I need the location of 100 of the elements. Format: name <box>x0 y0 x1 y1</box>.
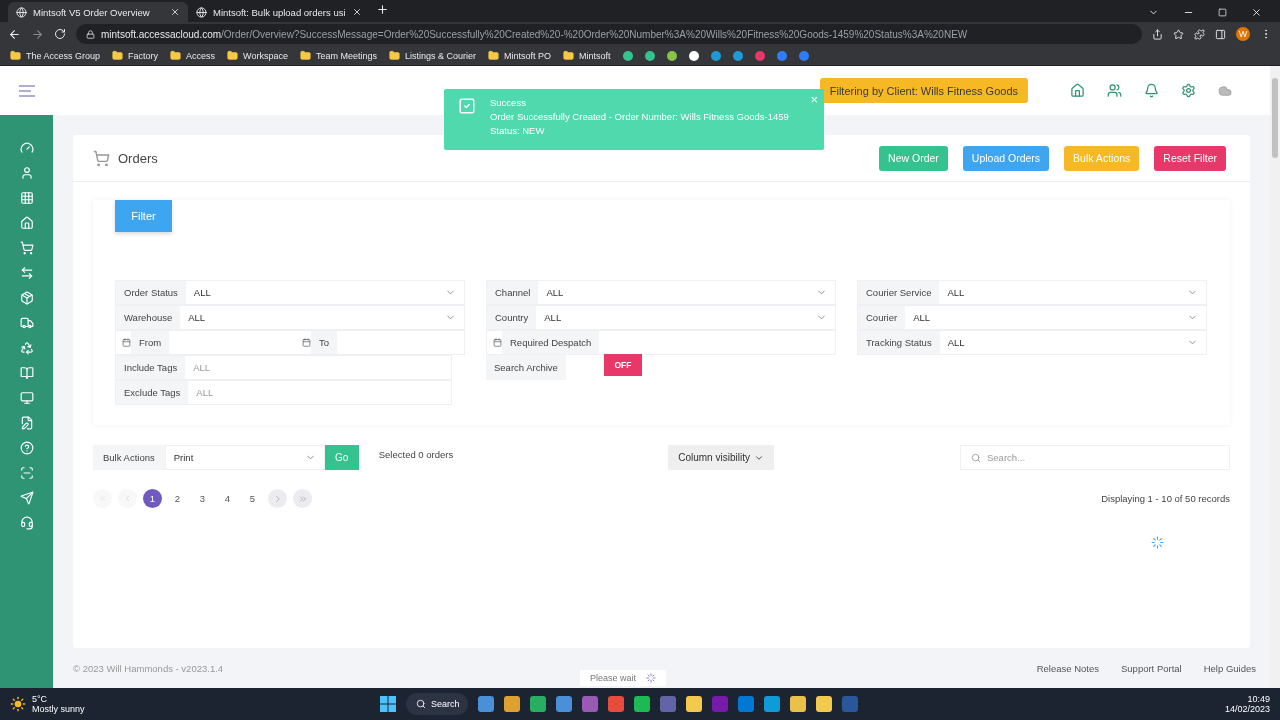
bell-icon[interactable] <box>1144 83 1159 98</box>
clock-time: 10:49 <box>1247 694 1270 704</box>
app-icon[interactable] <box>764 696 780 712</box>
cart-icon <box>93 149 110 167</box>
recycle-icon[interactable] <box>19 341 34 355</box>
page-button[interactable]: 3 <box>193 489 212 508</box>
forward-icon[interactable] <box>31 27 44 41</box>
cloud-icon[interactable] <box>1218 83 1232 98</box>
app-icon[interactable] <box>504 696 520 712</box>
bookmark-icon[interactable] <box>622 50 633 61</box>
users-icon[interactable] <box>1107 83 1122 98</box>
truck-icon[interactable] <box>19 316 34 330</box>
search-icon <box>971 452 981 463</box>
headset-icon[interactable] <box>19 516 34 530</box>
address-bar[interactable]: mintsoft.accessacloud.com/Order/Overview?SuccessMessage=Order%20Successfully%20Created%20-%20Order%20Number%3A%20Wills%20Fitness%20Goods-1459%20Status%3A%20NEW <box>76 24 1142 44</box>
app-icon[interactable] <box>816 696 832 712</box>
settings-icon[interactable] <box>1181 83 1196 98</box>
toast-message: Status: NEW <box>490 125 546 136</box>
monitor-icon[interactable] <box>19 391 34 405</box>
browser-tab[interactable]: Mintsoft: Bulk upload orders usi <box>188 2 368 22</box>
taskbar-search[interactable]: Search <box>406 693 468 715</box>
book-icon[interactable] <box>19 366 34 380</box>
loading-spinner-icon <box>1151 536 1164 549</box>
folder-icon <box>170 50 182 61</box>
toast-title: Success <box>490 97 527 108</box>
bookmark-link[interactable]: Mintsoft <box>579 50 611 61</box>
cart-icon[interactable] <box>19 241 34 255</box>
edit-icon[interactable] <box>19 416 34 430</box>
arrows-icon[interactable] <box>19 266 34 280</box>
bookmark-link[interactable]: Workspace <box>243 50 288 61</box>
bulk-actions-label: Bulk Actions <box>93 445 165 470</box>
folder-icon <box>10 50 21 61</box>
folder-icon <box>299 50 311 61</box>
footer-link[interactable]: Release Notes <box>1036 662 1099 674</box>
sun-icon <box>10 696 26 712</box>
app-icon[interactable] <box>634 696 650 712</box>
loading-popup: Please wait <box>580 670 667 686</box>
bookmark-icon[interactable] <box>688 50 699 61</box>
scan-icon[interactable] <box>19 466 34 480</box>
records-count: Displaying 1 - 10 of 50 records <box>1101 493 1230 504</box>
home-icon[interactable] <box>1070 83 1085 98</box>
bookmark-icon[interactable] <box>666 50 677 61</box>
page-button[interactable]: 2 <box>168 489 187 508</box>
bookmark-link[interactable]: Factory <box>128 50 159 61</box>
folder-icon <box>227 50 239 61</box>
copyright-text: © 2023 Will Hammonds - v2023.1.4 <box>73 662 225 674</box>
help-icon[interactable] <box>19 441 34 455</box>
back-icon[interactable] <box>8 27 21 41</box>
folder-icon <box>488 50 499 61</box>
footer-link[interactable]: Support Portal <box>1121 662 1182 674</box>
loading-spinner-icon <box>646 673 657 683</box>
app-icon[interactable] <box>686 696 702 712</box>
scrollbar[interactable] <box>1270 66 1280 688</box>
globe-icon <box>16 6 27 18</box>
header-button[interactable]: Reset Filter <box>1154 145 1226 171</box>
toggle-switch[interactable]: OFF <box>603 354 642 376</box>
share-icon[interactable] <box>1152 28 1163 40</box>
bookmark-link[interactable]: Access <box>186 50 216 61</box>
selected-count: Selected 0 orders <box>378 449 454 460</box>
page-button[interactable]: 5 <box>243 489 262 508</box>
bookmark-link[interactable]: Listings & Courier <box>404 50 476 61</box>
reload-icon[interactable] <box>54 28 66 40</box>
puzzle-icon[interactable] <box>1194 28 1205 40</box>
check-icon <box>458 97 476 115</box>
windows-icon[interactable] <box>380 696 396 712</box>
app-icon[interactable] <box>530 696 546 712</box>
user-icon[interactable] <box>19 166 34 180</box>
browser-tab[interactable]: Mintsoft V5 Order Overview <box>8 2 188 22</box>
bookmark-link[interactable]: Team Meetings <box>315 50 377 61</box>
search-icon <box>416 699 426 709</box>
package-icon[interactable] <box>19 291 34 305</box>
close-icon[interactable] <box>351 7 362 17</box>
folder-icon <box>112 50 124 61</box>
page-button[interactable]: 4 <box>218 489 237 508</box>
client-filter-button[interactable]: Filtering by Client: Wills Fitness Goods <box>819 78 1028 103</box>
folder-icon <box>563 50 574 61</box>
column-visibility-button[interactable]: Column visibility <box>668 445 774 470</box>
footer-link[interactable]: Help Guides <box>1203 662 1256 674</box>
clock-date: 14/02/2023 <box>1224 704 1270 714</box>
bulk-action-select[interactable]: Print <box>164 445 325 470</box>
globe-icon <box>196 6 207 18</box>
bookmark-link[interactable]: Mintsoft PO <box>504 50 551 61</box>
bookmark-link[interactable]: The Access Group <box>26 50 101 61</box>
page-title: Orders <box>118 150 159 166</box>
close-icon[interactable] <box>1251 7 1262 18</box>
gauge-icon[interactable] <box>19 141 34 155</box>
sidebar-icon[interactable] <box>1215 28 1226 40</box>
weather-text: Mostly sunny <box>32 704 85 714</box>
page-button[interactable]: 1 <box>143 489 162 508</box>
bookmark-icon[interactable] <box>644 50 655 61</box>
temperature: 5°C <box>32 694 49 704</box>
send-icon[interactable] <box>19 491 34 505</box>
maximize-icon[interactable] <box>1218 8 1227 17</box>
app-icon[interactable] <box>790 696 806 712</box>
close-icon[interactable] <box>170 7 180 17</box>
folder-icon <box>388 50 400 61</box>
grid-icon[interactable] <box>19 191 34 205</box>
toast-message: Order Successfully Created - Order Number: Wills Fitness Goods-1459 <box>490 111 789 122</box>
field-label: Search Archive <box>486 355 566 380</box>
star-icon[interactable] <box>1173 28 1184 40</box>
